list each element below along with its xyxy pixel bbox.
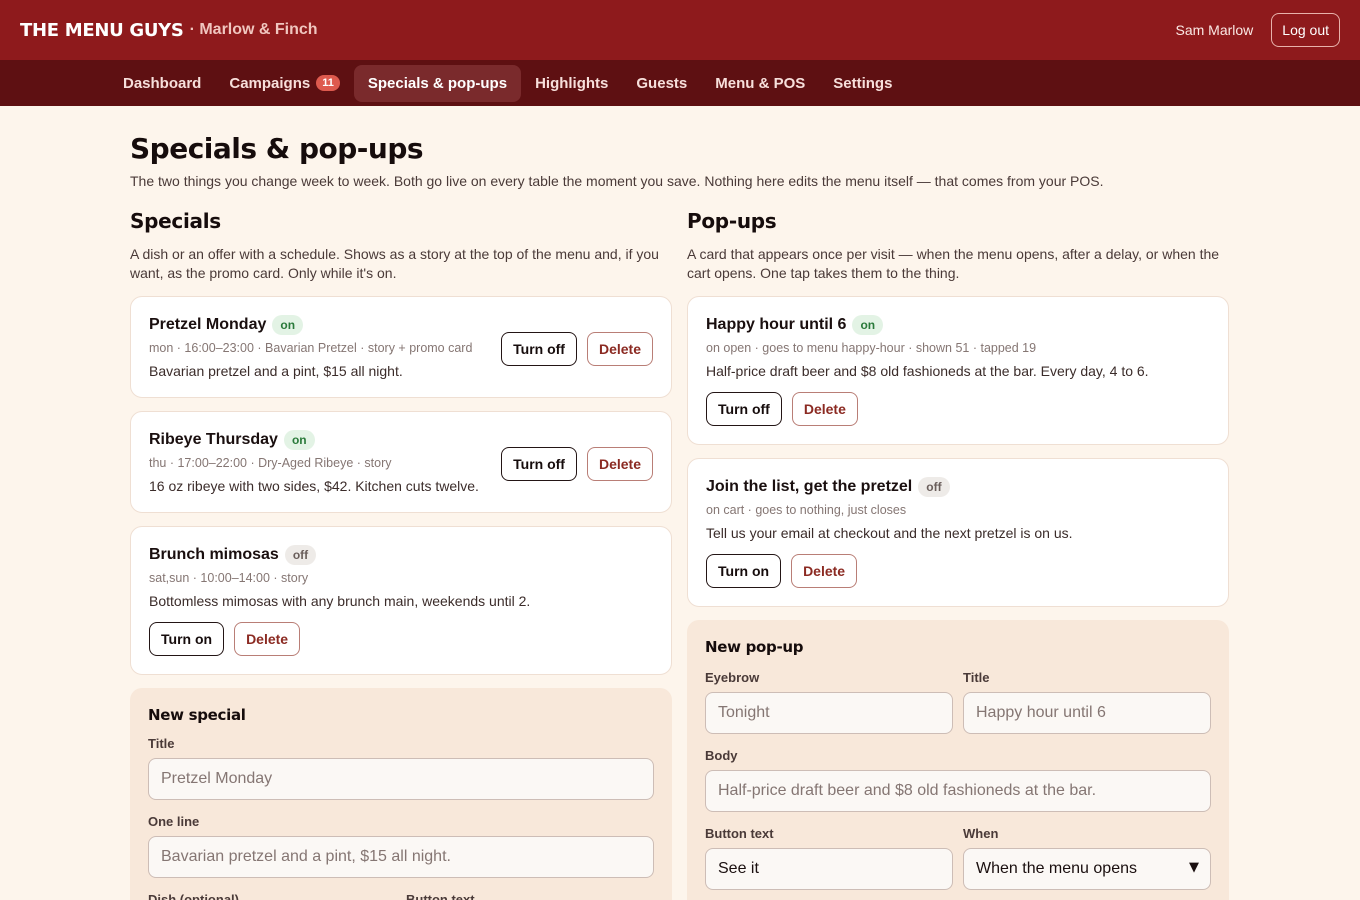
nav-menu-pos[interactable]: Menu & POS [701, 65, 819, 102]
popup-card: Happy hour until 6 on on open · goes to … [687, 296, 1229, 445]
new-popup-form: New pop-up Eyebrow Title Body Button te [687, 620, 1229, 900]
status-badge: off [918, 477, 950, 497]
nav-settings[interactable]: Settings [819, 65, 906, 102]
delete-button[interactable]: Delete [586, 447, 653, 481]
popup-body: Half-price draft beer and $8 old fashion… [706, 363, 1149, 379]
button-text-label: Button text [406, 892, 475, 900]
special-card: Pretzel Monday on mon · 16:00–23:00 · Ba… [130, 296, 672, 398]
popup-title: Happy hour until 6 [706, 316, 847, 333]
nav-label: Campaigns [229, 74, 311, 92]
popup-meta: on cart · goes to nothing, just closes [706, 503, 907, 517]
when-label: When [963, 826, 999, 841]
popup-button-text-label: Button text [705, 826, 774, 841]
nav-label: Highlights [535, 74, 609, 92]
special-meta: sat,sun · 10:00–14:00 · story [149, 571, 309, 585]
special-body: Bottomless mimosas with any brunch main,… [149, 593, 531, 609]
one-line-label: One line [148, 814, 200, 829]
nav-specials-popups[interactable]: Specials & pop-ups [353, 64, 522, 102]
when-selected-value: When the menu opens [976, 860, 1137, 877]
popups-description: A card that appears once per visit — whe… [687, 246, 1220, 281]
nav-label: Settings [833, 74, 893, 92]
special-title: Pretzel Monday [149, 316, 267, 333]
turn-off-button[interactable]: Turn off [501, 332, 577, 366]
special-title: Brunch mimosas [149, 546, 279, 563]
delete-button[interactable]: Delete [586, 332, 653, 366]
special-title: Ribeye Thursday [149, 431, 278, 448]
specials-column: Specials A dish or an offer with a sched… [130, 209, 672, 900]
turn-on-button[interactable]: Turn on [706, 554, 782, 588]
when-select[interactable]: When the menu opens [963, 848, 1211, 890]
popups-column: Pop-ups A card that appears once per vis… [687, 209, 1229, 900]
special-card: Ribeye Thursday on thu · 17:00–22:00 · D… [130, 411, 672, 513]
new-special-heading: New special [148, 706, 246, 724]
status-badge: on [272, 315, 304, 335]
nav-label: Dashboard [123, 74, 202, 92]
turn-on-button[interactable]: Turn on [149, 622, 225, 656]
dish-label: Dish (optional) [148, 892, 239, 900]
special-one-line-input[interactable] [148, 836, 654, 878]
nav-guests[interactable]: Guests [622, 65, 701, 102]
popup-card: Join the list, get the pretzel off on ca… [687, 458, 1229, 607]
popups-heading: Pop-ups [687, 209, 777, 233]
eyebrow-label: Eyebrow [705, 670, 760, 685]
campaigns-count-badge: 11 [316, 75, 340, 91]
title-label: Title [148, 736, 175, 751]
popup-body: Tell us your email at checkout and the n… [706, 525, 1073, 541]
brand-logo[interactable]: THE MENU GUYS [20, 20, 184, 41]
specials-description: A dish or an offer with a schedule. Show… [130, 246, 659, 281]
delete-button[interactable]: Delete [234, 622, 301, 656]
user-area: Sam Marlow Log out [1175, 13, 1340, 47]
special-card: Brunch mimosas off sat,sun · 10:00–14:00… [130, 526, 672, 675]
turn-off-button[interactable]: Turn off [501, 447, 577, 481]
special-title-input[interactable] [148, 758, 654, 800]
new-popup-heading: New pop-up [705, 638, 804, 656]
main-content: Specials & pop-ups The two things you ch… [0, 106, 1360, 900]
nav-label: Menu & POS [715, 74, 806, 92]
nav-label: Specials & pop-ups [367, 74, 508, 92]
eyebrow-input[interactable] [705, 692, 953, 734]
nav-label: Guests [636, 74, 688, 92]
body-label: Body [705, 748, 738, 763]
page-title: Specials & pop-ups [130, 132, 424, 165]
main-nav: Dashboard Campaigns 11 Specials & pop-ups… [0, 60, 1360, 106]
nav-dashboard[interactable]: Dashboard [109, 65, 215, 102]
delete-button[interactable]: Delete [791, 554, 858, 588]
nav-highlights[interactable]: Highlights [521, 65, 622, 102]
page-description: The two things you change week to week. … [130, 173, 1104, 189]
nav-campaigns[interactable]: Campaigns 11 [215, 65, 354, 102]
top-bar: THE MENU GUYS · Marlow & Finch Sam Marlo… [0, 0, 1360, 60]
status-badge: off [284, 545, 317, 565]
logout-button[interactable]: Log out [1271, 13, 1340, 47]
popup-body-input[interactable] [705, 770, 1211, 812]
user-name: Sam Marlow [1175, 22, 1254, 38]
specials-heading: Specials [130, 209, 221, 233]
popup-title-label: Title [963, 670, 990, 685]
new-special-form: New special Title One line Dish (optiona… [130, 688, 672, 900]
popup-meta: on open · goes to menu happy-hour · show… [706, 341, 1037, 355]
status-badge: on [283, 430, 315, 450]
delete-button[interactable]: Delete [791, 392, 858, 426]
popup-title: Join the list, get the pretzel [706, 478, 913, 495]
status-badge: on [852, 315, 884, 335]
turn-off-button[interactable]: Turn off [706, 392, 782, 426]
popup-title-input[interactable] [963, 692, 1211, 734]
button-text-input[interactable] [705, 848, 953, 890]
restaurant-name: · Marlow & Finch [189, 21, 318, 38]
